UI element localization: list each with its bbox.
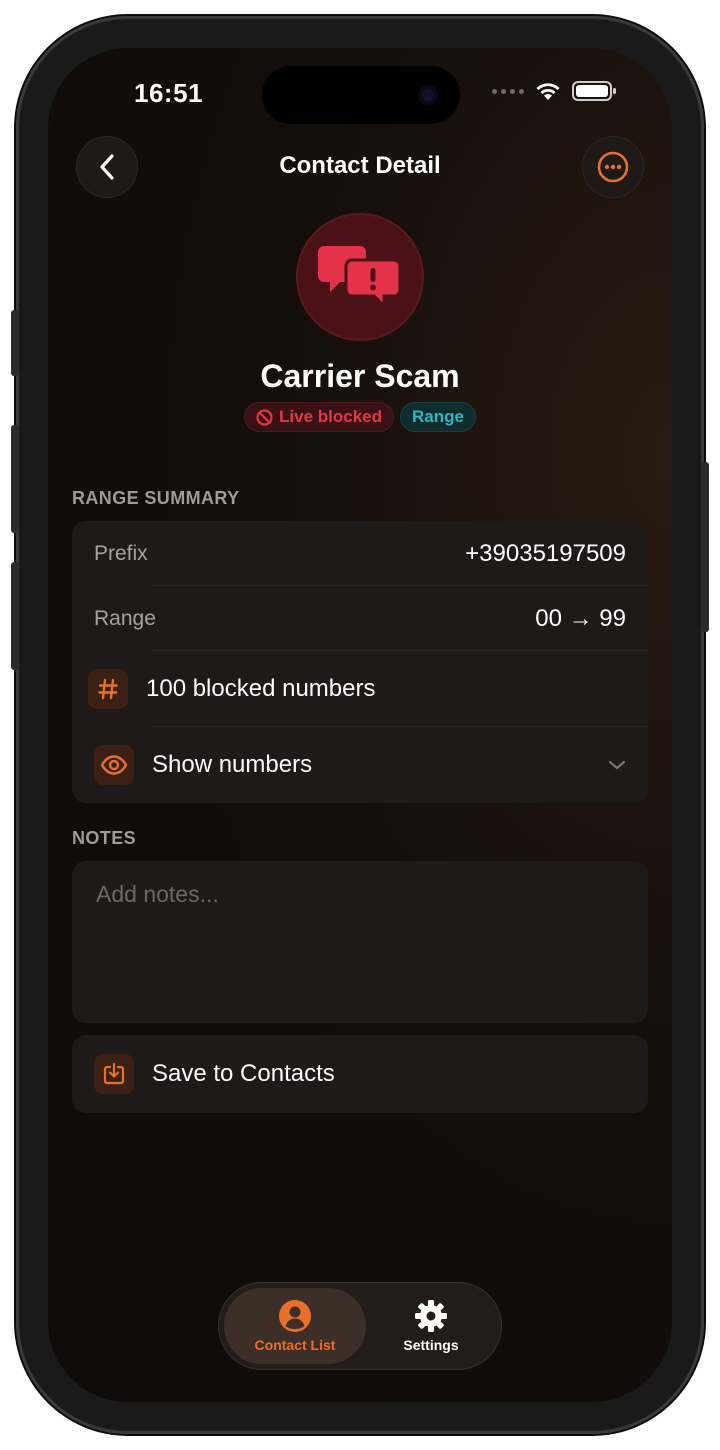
tab-settings[interactable]: Settings [366, 1288, 496, 1364]
eye-icon-tile [94, 745, 134, 785]
volume-down-button [11, 562, 19, 670]
tab-settings-label: Settings [403, 1337, 459, 1353]
page-title: Contact Detail [279, 152, 441, 179]
notes-heading: NOTES [72, 828, 137, 848]
chevron-down-icon [608, 760, 626, 770]
contact-name: Carrier Scam [260, 358, 460, 394]
notes-field[interactable]: Add notes... [72, 861, 648, 1023]
hash-icon [98, 678, 118, 700]
notes-placeholder: Add notes... [96, 881, 219, 907]
show-numbers-label: Show numbers [152, 751, 313, 778]
contact-badges: Live blocked Range [48, 402, 672, 432]
range-summary-heading: RANGE SUMMARY [72, 488, 240, 508]
tab-contact-list-label: Contact List [254, 1337, 336, 1353]
prefix-label: Prefix [94, 541, 148, 565]
action-button [11, 310, 19, 376]
save-to-contacts-label: Save to Contacts [152, 1060, 335, 1087]
battery-icon [572, 81, 616, 101]
tab-contact-list[interactable]: Contact List [224, 1288, 366, 1364]
gear-icon [415, 1300, 447, 1332]
volume-up-button [11, 425, 19, 533]
save-to-contacts-button[interactable]: Save to Contacts [72, 1035, 648, 1113]
screen: 16:51 Contact Detail Carrier Scam Live b… [48, 48, 672, 1402]
save-icon-tile [94, 1054, 134, 1094]
cellular-signal-icon [492, 88, 524, 94]
prefix-value: +39035197509 [465, 539, 626, 567]
front-camera [418, 85, 438, 105]
hash-icon-tile [88, 669, 128, 709]
eye-icon [100, 755, 128, 775]
status-indicators [492, 80, 618, 102]
blocked-count-row: 100 blocked numbers [72, 651, 648, 727]
blocked-count-text: 100 blocked numbers [146, 675, 376, 702]
dynamic-island [262, 66, 460, 124]
wifi-icon [536, 83, 560, 100]
person-circle-icon [279, 1300, 311, 1332]
show-numbers-row[interactable]: Show numbers [72, 727, 648, 803]
prefix-row: Prefix +39035197509 [72, 521, 648, 586]
range-summary-card: Prefix +39035197509 Range 00 → 99 100 bl… [72, 521, 648, 803]
scam-chat-bubbles-icon [318, 246, 402, 310]
contact-avatar [296, 213, 424, 341]
range-badge-label: Range [412, 407, 464, 426]
tab-bar: Contact List Settings [218, 1282, 502, 1370]
range-badge: Range [400, 402, 476, 432]
download-tray-icon [103, 1062, 125, 1085]
range-row: Range 00 → 99 [72, 586, 648, 651]
prohibited-icon [256, 408, 273, 426]
ellipsis-circle-icon [597, 151, 629, 183]
more-options-button[interactable] [582, 136, 644, 198]
save-to-contacts-row: Save to Contacts [72, 1035, 648, 1113]
range-label: Range [94, 606, 156, 630]
range-value: 00 → 99 [535, 604, 626, 632]
power-button [701, 462, 709, 632]
live-blocked-badge: Live blocked [244, 402, 394, 432]
live-blocked-label: Live blocked [279, 407, 382, 426]
status-time: 16:51 [134, 78, 203, 108]
